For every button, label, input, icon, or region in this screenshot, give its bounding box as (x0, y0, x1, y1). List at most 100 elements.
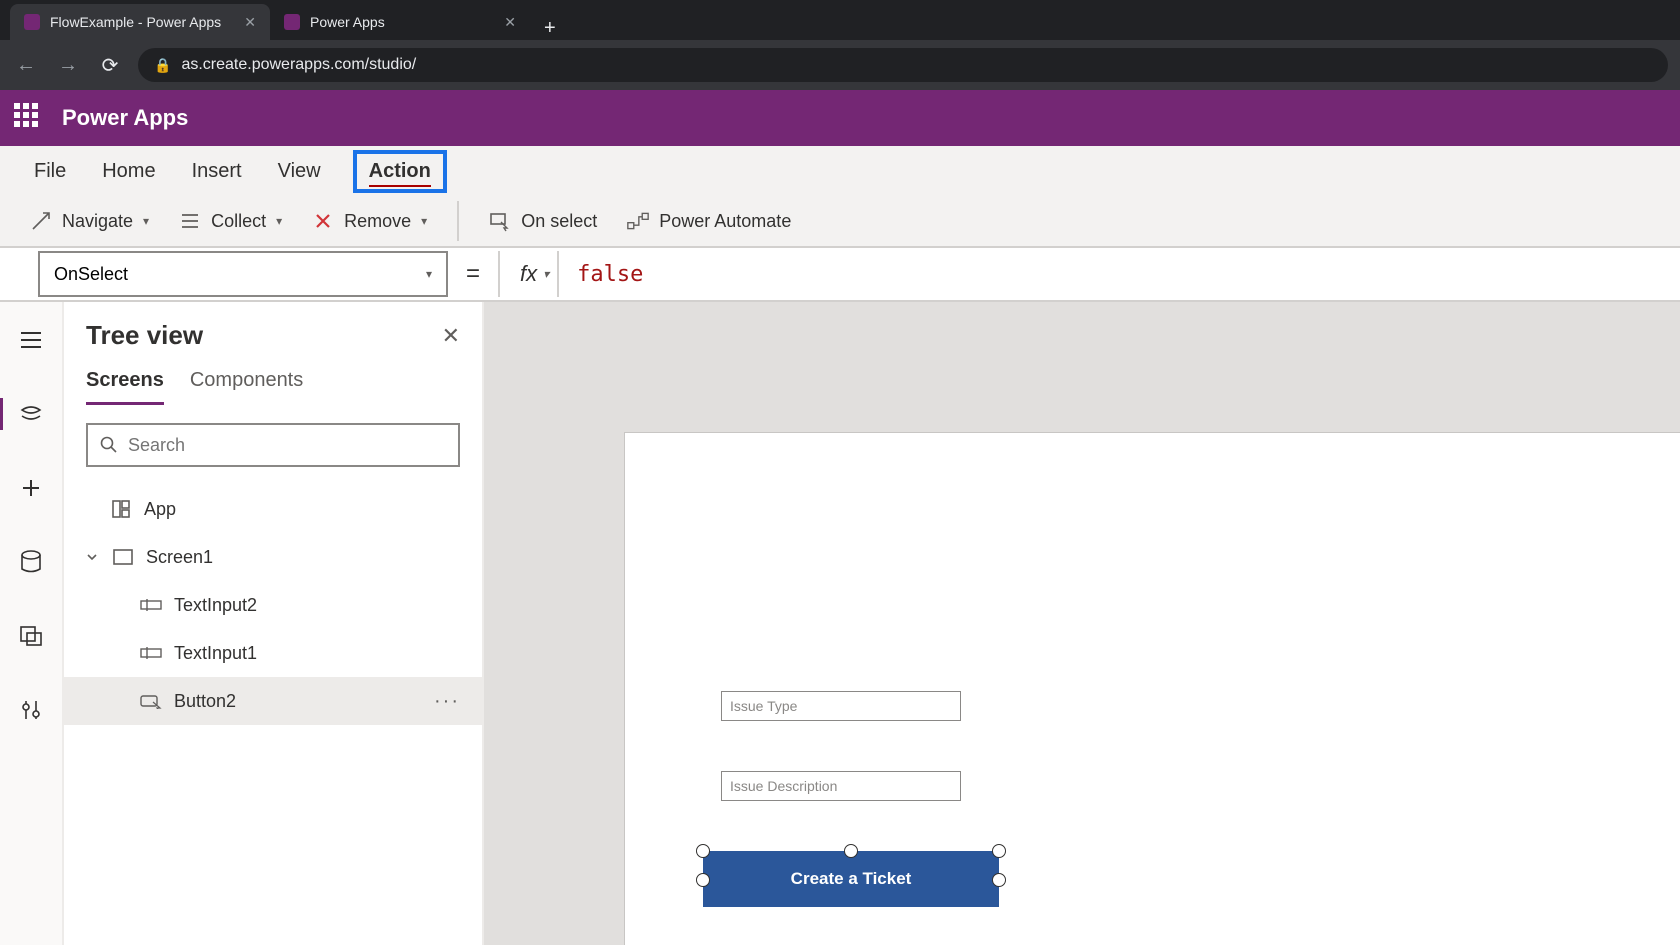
property-value: OnSelect (54, 264, 128, 285)
new-tab-button[interactable]: + (530, 17, 570, 40)
selection-handle[interactable] (696, 873, 710, 887)
menu-file[interactable]: File (30, 154, 70, 189)
selection-handle[interactable] (696, 844, 710, 858)
separator (457, 201, 459, 241)
tree-view-panel: Tree view ✕ Screens Components App (64, 302, 484, 945)
collect-label: Collect (211, 211, 266, 232)
close-icon[interactable]: ✕ (504, 14, 516, 31)
app-launcher-icon[interactable] (14, 103, 44, 133)
chevron-down-icon: ▾ (543, 267, 549, 281)
chevron-down-icon: ▾ (143, 214, 149, 228)
collect-icon (179, 210, 201, 232)
insert-icon[interactable] (11, 468, 51, 508)
lock-icon: 🔒 (154, 57, 171, 74)
chevron-down-icon: ▾ (276, 214, 282, 228)
menu-view[interactable]: View (274, 154, 325, 189)
input-placeholder: Issue Description (730, 778, 837, 794)
chevron-down-icon: ▾ (421, 214, 427, 228)
onselect-icon (489, 210, 511, 232)
canvas-textinput-issuetype[interactable]: Issue Type (721, 691, 961, 721)
node-label: TextInput2 (174, 595, 257, 616)
remove-label: Remove (344, 211, 411, 232)
browser-tab-active[interactable]: FlowExample - Power Apps ✕ (10, 4, 270, 40)
back-button[interactable]: ← (12, 54, 40, 77)
tab-components[interactable]: Components (190, 369, 303, 405)
media-icon[interactable] (11, 616, 51, 656)
property-selector[interactable]: OnSelect ▾ (38, 251, 448, 297)
close-icon[interactable]: ✕ (442, 323, 460, 349)
address-bar: ← → ⟳ 🔒 as.create.powerapps.com/studio/ (0, 40, 1680, 90)
power-automate-button[interactable]: Power Automate (627, 210, 791, 232)
node-label: Screen1 (146, 547, 213, 568)
app-title: Power Apps (62, 105, 188, 131)
tree-list: App Screen1 TextInput2 (64, 485, 482, 945)
node-label: Button2 (174, 691, 236, 712)
forward-button[interactable]: → (54, 54, 82, 77)
fx-text: fx (520, 261, 537, 287)
collect-button[interactable]: Collect ▾ (179, 210, 282, 232)
navigate-button[interactable]: Navigate ▾ (30, 210, 149, 232)
app-header: Power Apps (0, 90, 1680, 146)
menu-insert[interactable]: Insert (188, 154, 246, 189)
menu-home[interactable]: Home (98, 154, 159, 189)
tab-strip: FlowExample - Power Apps ✕ Power Apps ✕ … (0, 0, 1680, 40)
node-label: App (144, 499, 176, 520)
tab-title: Power Apps (310, 14, 385, 30)
favicon-icon (284, 14, 300, 30)
canvas-button-create-ticket[interactable]: Create a Ticket (703, 851, 999, 907)
power-automate-icon (627, 210, 649, 232)
search-input[interactable] (128, 435, 446, 456)
favicon-icon (24, 14, 40, 30)
remove-button[interactable]: Remove ▾ (312, 210, 427, 232)
app-icon (110, 498, 132, 520)
ribbon-toolbar: Navigate ▾ Collect ▾ Remove ▾ On select … (0, 196, 1680, 248)
advanced-tools-icon[interactable] (11, 690, 51, 730)
onselect-label: On select (521, 211, 597, 232)
chevron-down-icon[interactable] (86, 551, 100, 563)
tab-title: FlowExample - Power Apps (50, 14, 221, 30)
canvas-textinput-issuedesc[interactable]: Issue Description (721, 771, 961, 801)
power-automate-label: Power Automate (659, 211, 791, 232)
more-icon[interactable]: ··· (434, 690, 460, 713)
tree-node-button2[interactable]: Button2 ··· (64, 677, 482, 725)
navigate-icon (30, 210, 52, 232)
tree-view-icon[interactable] (11, 394, 51, 434)
textinput-icon (140, 594, 162, 616)
selection-handle[interactable] (992, 873, 1006, 887)
menu-action[interactable]: Action (353, 150, 447, 193)
menu-bar: File Home Insert View Action (0, 146, 1680, 196)
main-area: Tree view ✕ Screens Components App (0, 302, 1680, 945)
close-icon[interactable]: ✕ (244, 14, 256, 31)
browser-chrome: FlowExample - Power Apps ✕ Power Apps ✕ … (0, 0, 1680, 90)
tab-screens[interactable]: Screens (86, 369, 164, 405)
tree-node-textinput1[interactable]: TextInput1 (64, 629, 482, 677)
selection-handle[interactable] (992, 844, 1006, 858)
hamburger-icon[interactable] (11, 320, 51, 360)
formula-input[interactable]: false (559, 262, 1680, 287)
search-icon (100, 436, 118, 454)
selection-handle[interactable] (844, 844, 858, 858)
browser-tab[interactable]: Power Apps ✕ (270, 4, 530, 40)
navigate-label: Navigate (62, 211, 133, 232)
textinput-icon (140, 642, 162, 664)
onselect-button[interactable]: On select (489, 210, 597, 232)
fx-button[interactable]: fx ▾ (500, 261, 557, 287)
remove-icon (312, 210, 334, 232)
screen-icon (112, 546, 134, 568)
design-canvas[interactable]: Issue Type Issue Description Create a Ti… (624, 432, 1680, 945)
url-field[interactable]: 🔒 as.create.powerapps.com/studio/ (138, 48, 1668, 82)
equals-label: = (448, 260, 498, 288)
button-icon (140, 690, 162, 712)
tree-node-textinput2[interactable]: TextInput2 (64, 581, 482, 629)
canvas-area[interactable]: Issue Type Issue Description Create a Ti… (484, 302, 1680, 945)
tree-view-title: Tree view (86, 320, 203, 351)
reload-button[interactable]: ⟳ (96, 53, 124, 78)
tree-node-app[interactable]: App (64, 485, 482, 533)
tree-node-screen1[interactable]: Screen1 (64, 533, 482, 581)
chevron-down-icon: ▾ (426, 267, 432, 281)
url-text: as.create.powerapps.com/studio/ (181, 56, 416, 74)
node-label: TextInput1 (174, 643, 257, 664)
left-rail (0, 302, 64, 945)
data-icon[interactable] (11, 542, 51, 582)
tree-search[interactable] (86, 423, 460, 467)
